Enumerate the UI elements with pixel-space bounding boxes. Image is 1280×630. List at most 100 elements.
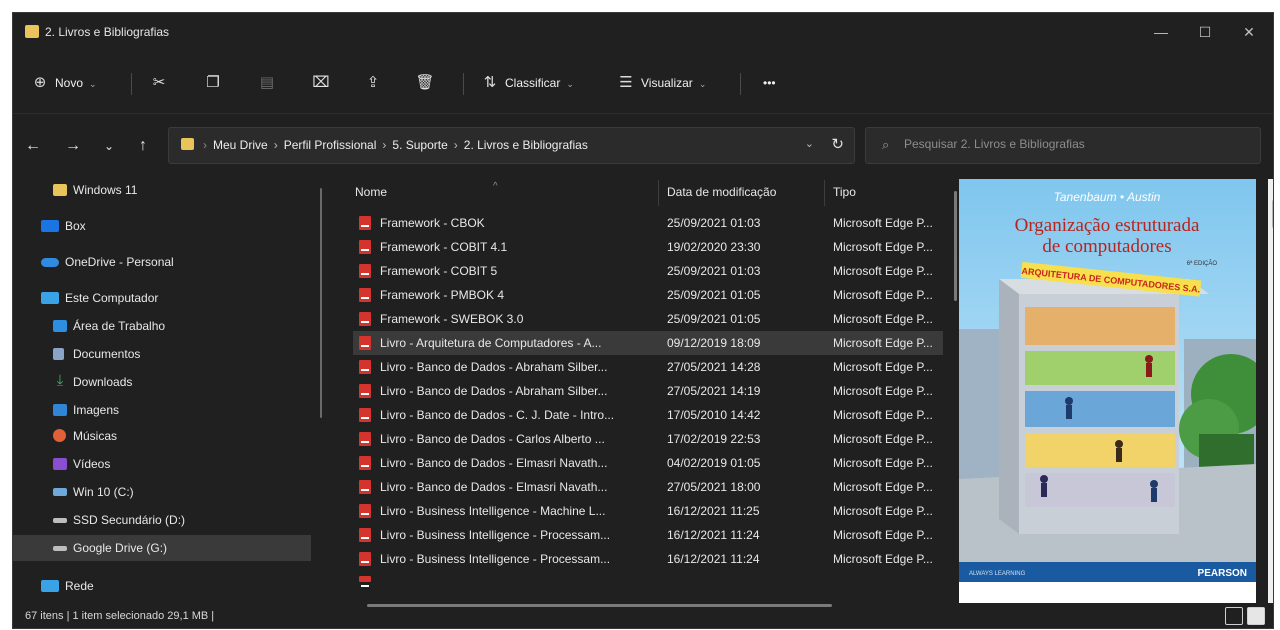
forward-button[interactable]: → xyxy=(61,134,85,158)
file-date: 25/09/2021 01:05 xyxy=(667,288,761,302)
file-row[interactable]: Framework - SWEBOK 3.0 25/09/2021 01:05 … xyxy=(353,307,943,331)
breadcrumb-item[interactable]: Perfil Profissional xyxy=(284,138,377,152)
cover-publisher: PEARSON xyxy=(1198,568,1247,579)
sidebar-item-network[interactable]: Rede xyxy=(13,573,311,599)
pdf-file-icon xyxy=(359,552,371,566)
up-button[interactable]: ↑ xyxy=(131,134,155,158)
file-date: 17/05/2010 14:42 xyxy=(667,408,761,422)
file-name: Framework - PMBOK 4 xyxy=(380,288,505,302)
more-options-button[interactable]: ••• xyxy=(763,69,776,97)
arrow-right-icon: → xyxy=(65,137,81,154)
column-divider[interactable] xyxy=(658,180,659,206)
breadcrumb-item[interactable]: 5. Suporte xyxy=(392,138,447,152)
file-list-scrollbar[interactable] xyxy=(954,191,957,301)
sort-caret-icon: ^ xyxy=(493,181,498,192)
paste-button[interactable]: ▤ xyxy=(253,71,281,95)
sidebar-item-onedrive[interactable]: OneDrive - Personal xyxy=(13,249,311,275)
sidebar-item-drive-c[interactable]: Win 10 (C:) xyxy=(13,479,311,505)
box-icon xyxy=(41,220,59,232)
file-row[interactable]: Livro - Banco de Dados - Elmasri Navath.… xyxy=(353,475,943,499)
file-name: Livro - Arquitetura de Computadores - A.… xyxy=(380,336,602,350)
large-icons-view-icon[interactable] xyxy=(1247,607,1265,625)
chevron-right-icon[interactable]: › xyxy=(382,138,386,152)
search-input[interactable] xyxy=(902,136,1246,152)
file-row[interactable]: Framework - CBOK 25/09/2021 01:03 Micros… xyxy=(353,211,943,235)
file-row[interactable]: Livro - Banco de Dados - Abraham Silber.… xyxy=(353,355,943,379)
column-divider[interactable] xyxy=(824,180,825,206)
breadcrumb-overflow-icon: › xyxy=(203,138,207,152)
videos-icon xyxy=(53,458,67,470)
pdf-file-icon xyxy=(359,432,371,446)
preview-scrollbar[interactable] xyxy=(1268,179,1273,603)
file-row-selected[interactable]: Livro - Arquitetura de Computadores - A.… xyxy=(353,331,943,355)
pdf-file-icon xyxy=(359,360,371,374)
address-bar[interactable]: › Meu Drive › Perfil Profissional › 5. Suport… xyxy=(168,127,855,164)
chevron-down-icon[interactable]: ⌄ xyxy=(805,137,814,150)
scrollbar-thumb[interactable] xyxy=(1272,199,1273,229)
share-button[interactable]: ⇪ xyxy=(359,71,387,95)
column-header-name[interactable]: Nome xyxy=(355,180,387,204)
maximize-button[interactable]: ☐ xyxy=(1183,19,1227,45)
folder-icon xyxy=(53,184,67,196)
sidebar-item-documents[interactable]: Documentos xyxy=(13,341,311,367)
recent-locations-button[interactable]: ⌄ xyxy=(97,134,121,158)
search-icon: ⌕ xyxy=(882,137,890,152)
sidebar-item-music[interactable]: Músicas xyxy=(13,423,311,449)
file-row[interactable]: Livro - Business Intelligence - Processa… xyxy=(353,547,943,571)
file-row[interactable]: Livro - Banco de Dados - Carlos Alberto … xyxy=(353,427,943,451)
sidebar-item-label: Documentos xyxy=(73,347,141,361)
file-name: Livro - Business Intelligence - Machine … xyxy=(380,504,606,518)
sidebar-item-windows-11[interactable]: Windows 11 xyxy=(13,177,311,203)
file-row[interactable]: Framework - PMBOK 4 25/09/2021 01:05 Mic… xyxy=(353,283,943,307)
sidebar-item-google-drive[interactable]: Google Drive (G:) xyxy=(13,535,311,561)
file-row[interactable]: Framework - COBIT 5 25/09/2021 01:03 Mic… xyxy=(353,259,943,283)
chevron-right-icon[interactable]: › xyxy=(454,138,458,152)
file-row[interactable]: Livro - Banco de Dados - C. J. Date - In… xyxy=(353,403,943,427)
breadcrumb-item[interactable]: 2. Livros e Bibliografias xyxy=(464,138,588,152)
file-row[interactable]: Livro - Business Intelligence - Machine … xyxy=(353,499,943,523)
sidebar-item-box[interactable]: Box xyxy=(13,213,311,239)
sidebar-item-desktop[interactable]: Área de Trabalho xyxy=(13,313,311,339)
file-row[interactable]: Livro - Banco de Dados - Elmasri Navath.… xyxy=(353,451,943,475)
sidebar-item-label: SSD Secundário (D:) xyxy=(73,513,186,527)
file-type: Microsoft Edge P... xyxy=(833,504,933,518)
copy-button[interactable]: ❐ xyxy=(199,71,227,95)
file-type: Microsoft Edge P... xyxy=(833,312,933,326)
pdf-file-icon xyxy=(359,288,371,302)
status-bar: 67 itens | 1 item selecionado 29,1 MB | xyxy=(13,604,1273,628)
sidebar-item-drive-d[interactable]: SSD Secundário (D:) xyxy=(13,507,311,533)
file-row[interactable]: Livro - Business Intelligence - Processa… xyxy=(353,523,943,547)
new-button[interactable]: ⊕ Novo ⌄ xyxy=(31,69,97,97)
sort-button[interactable]: ⇅ Classificar ⌄ xyxy=(481,69,574,97)
refresh-icon[interactable]: ↻ xyxy=(831,135,844,153)
column-header-date[interactable]: Data de modificação xyxy=(667,180,776,204)
file-row[interactable]: Livro - Banco de Dados - Abraham Silber.… xyxy=(353,379,943,403)
close-button[interactable]: ✕ xyxy=(1227,19,1271,45)
delete-button[interactable]: 🗑 xyxy=(411,71,439,95)
sidebar-item-pictures[interactable]: Imagens xyxy=(13,397,311,423)
navigation-scrollbar[interactable] xyxy=(320,188,322,418)
file-name: Framework - COBIT 4.1 xyxy=(380,240,508,254)
view-label: Visualizar xyxy=(641,76,693,90)
view-button[interactable]: ☰ Visualizar ⌄ xyxy=(617,69,706,97)
file-row[interactable]: Framework - COBIT 4.1 19/02/2020 23:30 M… xyxy=(353,235,943,259)
chevron-right-icon[interactable]: › xyxy=(274,138,278,152)
sidebar-item-label: Este Computador xyxy=(65,291,159,305)
file-row-partial[interactable] xyxy=(353,571,943,587)
search-box[interactable]: ⌕ xyxy=(865,127,1261,164)
breadcrumb-item[interactable]: Meu Drive xyxy=(213,138,268,152)
rename-button[interactable]: ⌧ xyxy=(307,71,335,95)
file-name: Livro - Banco de Dados - Elmasri Navath.… xyxy=(380,456,608,470)
file-name: Livro - Banco de Dados - Abraham Silber.… xyxy=(380,360,608,374)
cut-button[interactable]: ✂ xyxy=(145,71,173,95)
scissors-icon: ✂ xyxy=(152,74,166,91)
sidebar-item-this-pc[interactable]: Este Computador xyxy=(13,285,311,311)
sidebar-item-downloads[interactable]: ⤓ Downloads xyxy=(13,369,311,395)
minimize-button[interactable]: — xyxy=(1139,19,1183,45)
chevron-down-icon: ⌄ xyxy=(566,79,574,89)
sidebar-item-label: Área de Trabalho xyxy=(73,319,166,333)
column-header-type[interactable]: Tipo xyxy=(833,180,856,204)
details-view-icon[interactable] xyxy=(1225,607,1243,625)
back-button[interactable]: ← xyxy=(21,134,45,158)
sidebar-item-videos[interactable]: Vídeos xyxy=(13,451,311,477)
